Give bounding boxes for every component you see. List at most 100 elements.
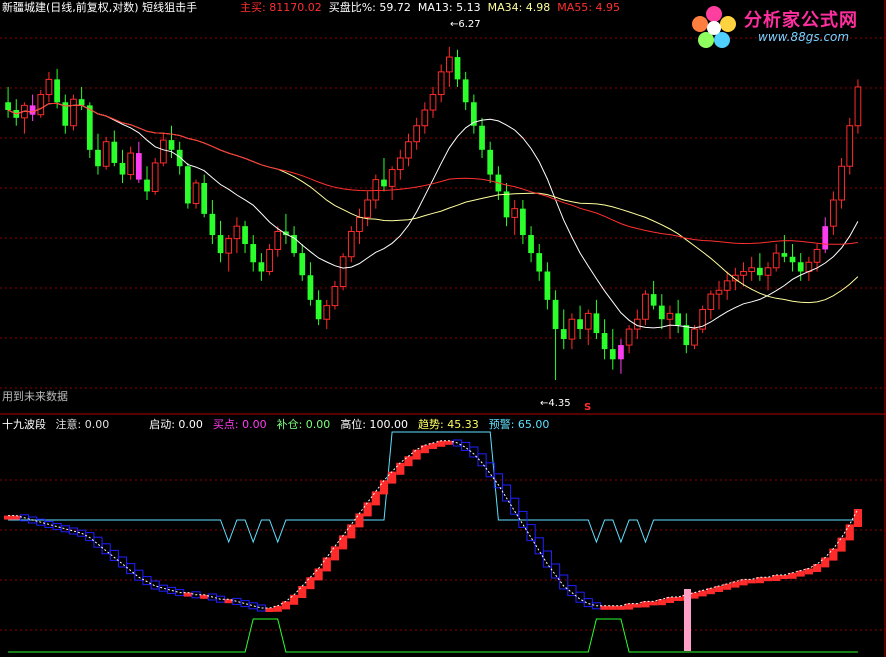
- candle-body: [266, 248, 273, 273]
- candle-body: [568, 318, 576, 340]
- band-bar: [550, 563, 561, 579]
- candle-body: [184, 166, 191, 204]
- band-bar: [657, 599, 666, 606]
- candle-body: [144, 179, 150, 192]
- candle-body: [618, 345, 624, 360]
- future-data-note: 用到未来数据: [2, 390, 68, 403]
- candle-body: [86, 105, 93, 150]
- band-bar: [633, 603, 642, 608]
- candle-body: [789, 256, 796, 263]
- band-bar: [314, 568, 323, 581]
- candle-body: [675, 313, 682, 326]
- header-values: 主买: 81170.02 买盘比%: 59.72 MA13: 5.13 MA34…: [240, 1, 621, 14]
- candle-body: [201, 182, 208, 214]
- band-bar: [829, 548, 838, 561]
- header-bottom: 十九波段 注意: 0.00 启动: 0.00 买点: 0.00 补仓: 0.00 高位:…: [2, 418, 549, 432]
- candle-body: [748, 267, 756, 273]
- band-bar: [232, 597, 242, 605]
- band-bar: [821, 557, 830, 568]
- site-logo: 分析家公式网 www.88gs.com: [688, 4, 878, 48]
- indicator-name: 短线狙击手: [142, 1, 198, 14]
- ma55-value: 4.95: [595, 1, 621, 14]
- buy-signal-bar: [684, 589, 691, 651]
- candle-body: [45, 78, 53, 96]
- candle-body: [388, 169, 396, 187]
- candle-body: [536, 253, 543, 272]
- candle-body: [159, 139, 167, 164]
- band-bar: [837, 537, 846, 552]
- band-bar: [183, 592, 192, 597]
- candle-body: [70, 98, 77, 127]
- buy-ratio-label: 买盘比%: [328, 1, 373, 14]
- candle-body: [552, 299, 559, 330]
- band-bar: [4, 515, 13, 520]
- band-bar: [714, 586, 724, 592]
- candle-body: [192, 182, 200, 204]
- band-bar: [347, 524, 356, 539]
- candle-body: [135, 153, 142, 180]
- band-bar: [290, 594, 299, 605]
- candle-body: [54, 79, 60, 103]
- panel-item-6: 预警: 65.00: [488, 418, 550, 431]
- band-bar: [780, 575, 789, 579]
- band-bar: [265, 608, 274, 612]
- candle-body: [176, 149, 183, 167]
- candle-body: [372, 179, 380, 201]
- band-bar: [68, 527, 79, 535]
- candle-body: [445, 56, 453, 73]
- band-bar: [388, 471, 397, 484]
- candle-body: [274, 230, 282, 250]
- ma55-line: [7, 102, 858, 245]
- band-bar: [281, 601, 290, 610]
- band-bar: [649, 601, 658, 606]
- candle-body: [838, 165, 845, 201]
- candle-body: [119, 162, 126, 175]
- candle-body: [846, 125, 854, 167]
- candle-body: [323, 305, 331, 320]
- header-top: 新疆城建(日线,前复权,对数) 短线狙击手: [2, 1, 197, 15]
- panel-title: 十九波段: [2, 418, 46, 431]
- band-bar: [616, 605, 626, 610]
- candle-body: [462, 79, 469, 103]
- band-bar: [437, 440, 446, 447]
- panel-item-2: 买点: 0.00: [212, 418, 267, 431]
- candle-body: [127, 152, 135, 176]
- candle-body: [830, 199, 837, 227]
- candle-body: [242, 226, 248, 245]
- band-bar: [339, 535, 348, 550]
- stock-title: 新疆城建(日线,前复权,对数): [2, 1, 139, 14]
- candle-body: [756, 267, 763, 276]
- candle-body: [479, 125, 485, 150]
- candle-body: [233, 225, 241, 240]
- band-bar: [200, 594, 209, 599]
- candle-body: [454, 57, 461, 80]
- panel-item-0: 注意: 0.00: [55, 418, 110, 431]
- bottom-signal-line: [8, 618, 858, 653]
- candle-body: [421, 109, 429, 127]
- band-bar: [248, 602, 258, 610]
- band-bar: [322, 557, 331, 572]
- candle-body: [528, 235, 534, 254]
- panel-item-4: 高位: 100.00: [340, 418, 409, 431]
- trend-line: [8, 440, 859, 609]
- candle-body: [625, 328, 633, 346]
- candle-body: [429, 94, 437, 111]
- low-price-label: ←4.35: [540, 398, 571, 409]
- candle-body: [111, 141, 118, 163]
- band-bar: [723, 583, 732, 590]
- grid-lines: [0, 0, 886, 657]
- candle-body: [356, 216, 363, 232]
- band-bar: [379, 480, 389, 495]
- band-bar: [845, 524, 854, 541]
- candle-body: [503, 191, 510, 218]
- ma13-line: [7, 102, 859, 329]
- candle-body: [78, 99, 85, 106]
- candle-body: [642, 293, 649, 320]
- band-bar: [60, 525, 70, 533]
- buy-ratio-value: 59.72: [379, 1, 411, 14]
- band-bar: [469, 446, 479, 458]
- candle-body: [740, 271, 747, 276]
- band-bar: [412, 449, 421, 460]
- candle-body: [339, 256, 347, 288]
- candle-body: [95, 149, 101, 167]
